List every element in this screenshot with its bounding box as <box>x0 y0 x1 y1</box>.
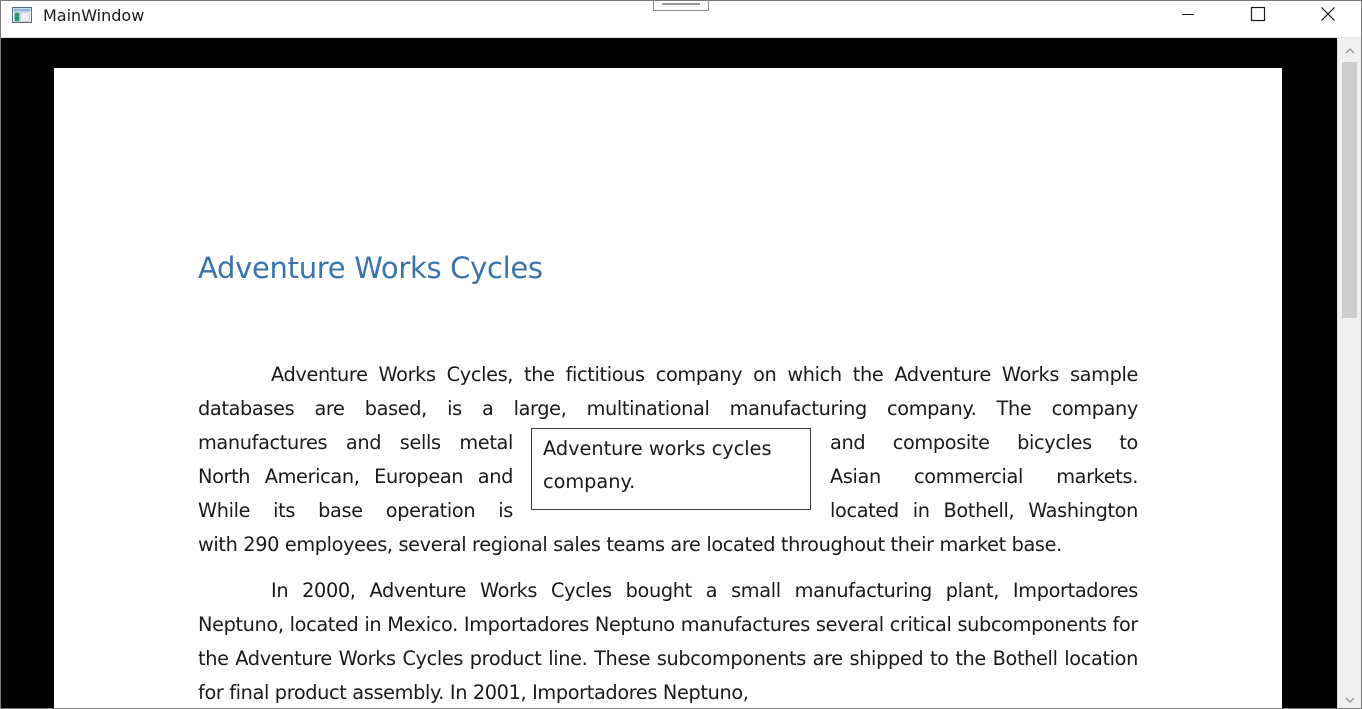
scrollbar-thumb[interactable] <box>1342 62 1357 318</box>
main-window: MainWindow Adventure Works Cycles Advent… <box>0 0 1362 709</box>
scroll-down-button[interactable] <box>1338 687 1361 708</box>
paragraph-1-line-right: and composite bicycles to <box>830 431 1138 454</box>
scroll-up-button[interactable] <box>1338 38 1361 60</box>
maximize-button[interactable] <box>1223 1 1293 31</box>
scroll-up-arrow-icon <box>1345 40 1355 59</box>
window-title: MainWindow <box>43 6 145 25</box>
document-heading: Adventure Works Cycles <box>198 251 543 285</box>
maximize-icon <box>1250 6 1266 26</box>
close-icon <box>1320 6 1336 26</box>
snap-layout-handle-bar <box>662 3 700 5</box>
paragraph-1-line-left: manufactures and sells metal <box>198 431 513 454</box>
paragraph-1-line: databases are based, is a large, multina… <box>198 397 1138 420</box>
close-button[interactable] <box>1293 1 1361 31</box>
window-app-icon <box>12 7 32 23</box>
document-viewer[interactable]: Adventure Works Cycles Adventure works c… <box>1 38 1337 708</box>
snap-layout-handle[interactable] <box>653 1 709 11</box>
paragraph-1-line-right: Asian commercial markets. <box>830 465 1138 488</box>
paragraph-1-line: Adventure Works Cycles, the fictitious c… <box>271 363 1138 386</box>
scroll-down-arrow-icon <box>1345 689 1355 708</box>
paragraph-1-line-left: While its base operation is <box>198 499 513 522</box>
minimize-button[interactable] <box>1153 1 1223 31</box>
document-page[interactable]: Adventure Works Cycles Adventure works c… <box>54 68 1282 708</box>
paragraph-1-line-right: located in Bothell, Washington <box>830 499 1138 522</box>
paragraph-1: Adventure Works Cycles, the fictitious c… <box>198 358 1138 562</box>
paragraph-2: In 2000, Adventure Works Cycles bought a… <box>198 579 1138 704</box>
paragraph-1-line: with 290 employees, several regional sal… <box>198 533 1062 556</box>
minimize-icon <box>1180 6 1196 26</box>
title-bar[interactable]: MainWindow <box>1 1 1361 38</box>
vertical-scrollbar[interactable] <box>1337 38 1361 708</box>
paragraph-1-line-left: North American, European and <box>198 465 513 488</box>
